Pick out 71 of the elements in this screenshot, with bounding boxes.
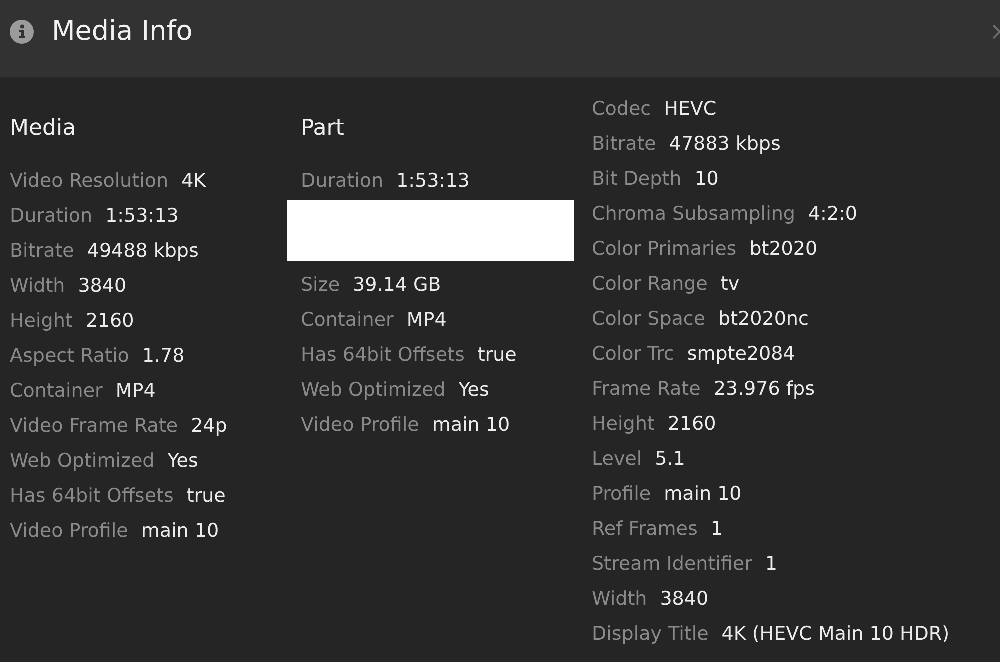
field-value: bt2020nc [718, 306, 809, 330]
field-label: Width [10, 274, 66, 298]
field-label: Has 64bit Offsets [301, 342, 465, 366]
field-label: Duration [10, 204, 93, 228]
field-label: Video Resolution [10, 168, 169, 192]
field-value: 39.14 GB [353, 272, 442, 296]
field-value: HEVC [664, 96, 717, 120]
field-value: 1 [710, 516, 723, 540]
field-label: Container [10, 378, 103, 402]
field-label: Has 64bit Offsets [10, 484, 174, 508]
field-value: smpte2084 [687, 342, 796, 366]
field-value: MP4 [406, 308, 447, 332]
field-label: Color Trc [592, 342, 674, 366]
field-value: 3840 [660, 586, 709, 610]
field-value: 49488 kbps [87, 238, 199, 262]
field-label: Aspect Ratio [10, 344, 130, 368]
field-value: 1.78 [142, 344, 185, 368]
field-label: Color Range [592, 272, 708, 296]
field-label: Display Title [592, 622, 709, 646]
field-value: 4:2:0 [808, 202, 858, 226]
field-label: Codec [592, 96, 652, 120]
field-value: main 10 [664, 482, 742, 506]
field-value: true [478, 342, 517, 366]
field-label: Height [592, 412, 655, 436]
field-label: Video Profile [10, 518, 128, 542]
field-value: 10 [694, 166, 719, 190]
field-label: Stream Identifier [592, 552, 752, 576]
field-label: Width [592, 586, 648, 610]
field-label: Web Optimized [10, 448, 155, 472]
section-heading: Part [301, 115, 344, 143]
field-value: 47883 kbps [669, 132, 781, 156]
field-value: tv [720, 272, 740, 296]
field-label: Color Primaries [592, 236, 737, 260]
field-label: Web Optimized [301, 378, 446, 402]
field-value: true [186, 484, 226, 508]
field-value: 24p [191, 414, 228, 438]
field-label: Bitrate [10, 238, 74, 262]
field-label: Frame Rate [592, 376, 701, 400]
field-value: 4K [182, 168, 206, 192]
field-label: Size [301, 272, 340, 296]
field-label: Video Frame Rate [10, 414, 178, 438]
field-value: 23.976 fps [714, 376, 815, 400]
field-label: Profile [592, 482, 652, 506]
field-value: 3840 [78, 274, 127, 298]
field-value: 1 [765, 552, 778, 576]
field-value: 4K (HEVC Main 10 HDR) [722, 622, 950, 646]
field-value: bt2020 [750, 236, 818, 260]
field-value: Yes [458, 378, 490, 402]
field-value: main 10 [432, 412, 510, 436]
field-value: main 10 [141, 518, 220, 542]
info-icon [10, 20, 34, 44]
field-label: Duration [301, 168, 384, 192]
field-label: Bitrate [592, 132, 656, 156]
field-value: 1:53:13 [106, 204, 179, 228]
field-label: Chroma Subsampling [592, 202, 796, 226]
field-value: 1:53:13 [396, 168, 470, 192]
field-label: Bit Depth [592, 166, 682, 190]
field-label: Container [301, 308, 394, 332]
window-title: Media Info [52, 14, 193, 48]
field-label: Color Space [592, 306, 706, 330]
field-label: Height [10, 308, 73, 332]
close-icon[interactable] [993, 24, 1000, 38]
field-value: 2160 [668, 412, 716, 436]
section-heading: Media [10, 115, 76, 143]
field-label: Level [592, 446, 642, 470]
field-label: Video Profile [301, 412, 420, 436]
field-value: 5.1 [655, 446, 686, 470]
field-value: MP4 [116, 378, 156, 402]
field-value: Yes [168, 448, 198, 472]
field-value: 2160 [86, 308, 134, 332]
field-label: Ref Frames [592, 516, 698, 540]
